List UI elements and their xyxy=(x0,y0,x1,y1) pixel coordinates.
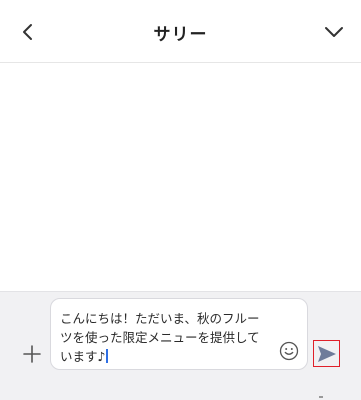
send-button[interactable] xyxy=(313,340,340,367)
message-area xyxy=(0,63,361,291)
send-icon xyxy=(318,346,336,362)
divider xyxy=(319,396,323,398)
text-caret xyxy=(106,349,109,363)
message-input[interactable]: こんにちは！ただいま、秋のフルー ツを使った限定メニューを提供して います♪ xyxy=(50,298,308,370)
smiley-icon[interactable] xyxy=(279,341,299,361)
chat-header: サリー xyxy=(0,0,361,63)
chat-screen: サリー こんにちは！ただいま、秋のフルー ツを使った限定メニューを提供して いま… xyxy=(0,0,361,400)
bottom-bar xyxy=(0,378,361,400)
message-composer: こんにちは！ただいま、秋のフルー ツを使った限定メニューを提供して います♪ xyxy=(0,291,361,379)
plus-icon[interactable] xyxy=(22,344,42,364)
message-input-text: こんにちは！ただいま、秋のフルー ツを使った限定メニューを提供して います♪ xyxy=(60,311,260,364)
chat-title: サリー xyxy=(153,25,208,45)
chevron-down-icon[interactable] xyxy=(323,24,345,40)
